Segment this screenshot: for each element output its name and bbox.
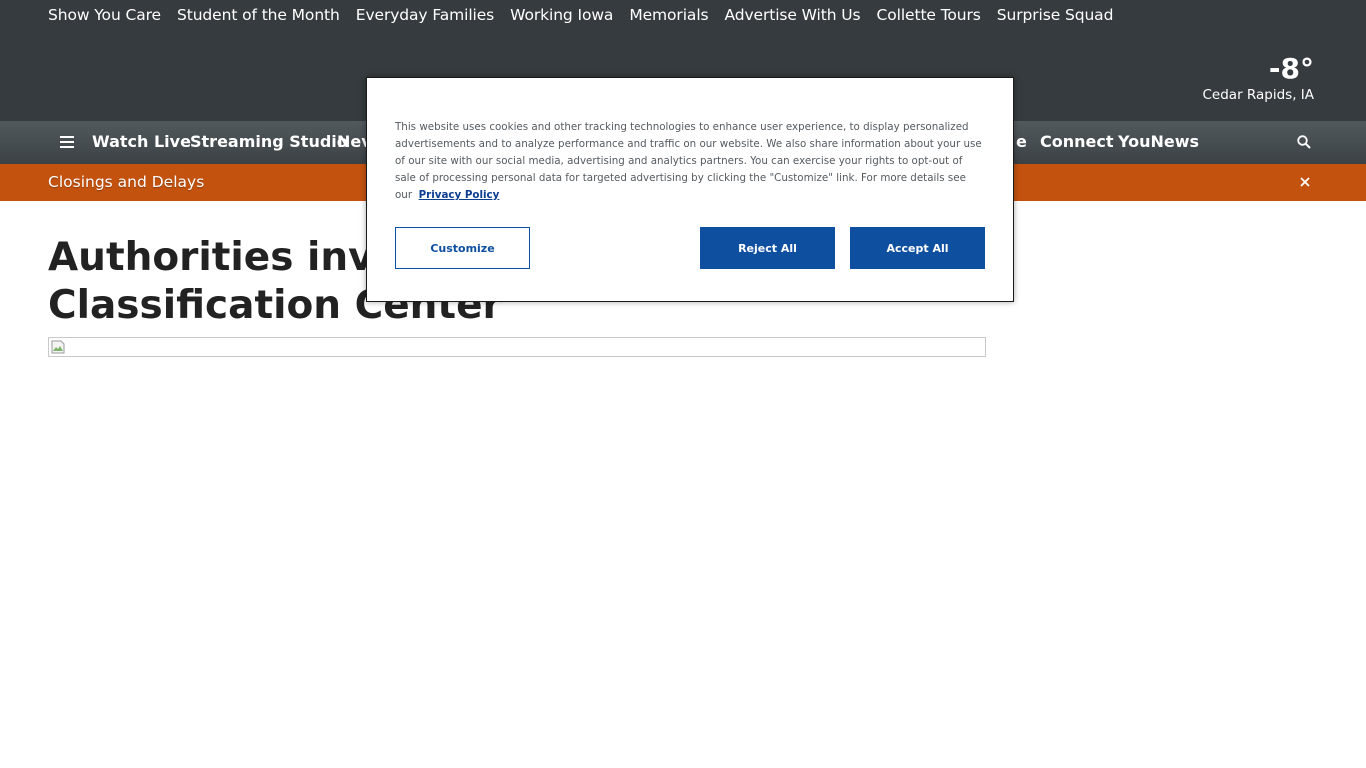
reject-all-button[interactable]: Reject All xyxy=(700,227,835,269)
util-link-collette-tours[interactable]: Collette Tours xyxy=(877,6,981,24)
utility-nav: Show You Care Student of the Month Every… xyxy=(48,6,1129,24)
util-link-student-of-the-month[interactable]: Student of the Month xyxy=(177,6,340,24)
util-link-everyday-families[interactable]: Everyday Families xyxy=(356,6,495,24)
weather-temperature: -8° xyxy=(1268,52,1314,85)
util-link-advertise-with-us[interactable]: Advertise With Us xyxy=(725,6,861,24)
privacy-policy-link[interactable]: Privacy Policy xyxy=(419,189,500,201)
cookie-consent-text: This website uses cookies and other trac… xyxy=(395,119,985,204)
nav-item-younews[interactable]: YouNews xyxy=(1118,132,1199,151)
customize-button[interactable]: Customize xyxy=(395,227,530,269)
util-link-working-iowa[interactable]: Working Iowa xyxy=(510,6,613,24)
util-link-memorials[interactable]: Memorials xyxy=(629,6,708,24)
util-link-show-you-care[interactable]: Show You Care xyxy=(48,6,161,24)
hamburger-menu-icon[interactable] xyxy=(58,132,76,152)
close-icon[interactable] xyxy=(1297,173,1313,191)
nav-item-watch-live[interactable]: Watch Live xyxy=(92,132,191,151)
article-hero-image xyxy=(48,337,986,357)
nav-item-connect[interactable]: Connect xyxy=(1040,132,1114,151)
util-link-surprise-squad[interactable]: Surprise Squad xyxy=(997,6,1114,24)
nav-item-streaming-studio[interactable]: Streaming Studio xyxy=(190,132,348,151)
weather-widget[interactable]: -8° Cedar Rapids, IA xyxy=(1203,52,1315,104)
search-icon[interactable] xyxy=(1296,132,1312,152)
closings-and-delays-link[interactable]: Closings and Delays xyxy=(48,173,204,191)
weather-location: Cedar Rapids, IA xyxy=(1202,87,1315,103)
nav-item-partial[interactable]: e xyxy=(1016,132,1027,151)
broken-image-icon xyxy=(51,340,65,354)
cookie-consent-dialog: This website uses cookies and other trac… xyxy=(366,77,1014,302)
accept-all-button[interactable]: Accept All xyxy=(850,227,985,269)
